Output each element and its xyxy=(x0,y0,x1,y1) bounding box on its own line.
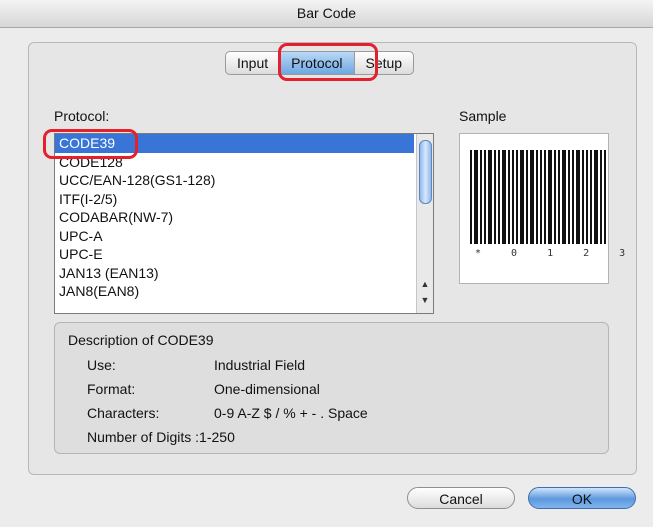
description-key: Number of Digits : xyxy=(87,429,200,445)
barcode-digit: 0 xyxy=(511,248,518,259)
ok-button[interactable]: OK xyxy=(528,487,636,509)
description-title: Description of CODE39 xyxy=(68,332,214,348)
protocol-item-codabar[interactable]: CODABAR(NW-7) xyxy=(55,208,414,227)
description-panel: Description of CODE39 Use: Industrial Fie… xyxy=(54,322,609,454)
description-value: One-dimensional xyxy=(214,381,320,397)
description-value: Industrial Field xyxy=(214,357,306,373)
barcode-digit: * xyxy=(475,248,482,259)
barcode-digit: 2 xyxy=(583,248,590,259)
barcode-digits: * 0 1 2 3 xyxy=(475,248,625,259)
description-value: 0-9 A-Z $ / % + - . Space xyxy=(214,405,368,421)
barcode-digit: 1 xyxy=(547,248,554,259)
protocol-list-scrollbar[interactable]: ▲ ▼ xyxy=(416,134,433,313)
protocol-item-upc-e[interactable]: UPC-E xyxy=(55,245,414,264)
description-key: Format: xyxy=(87,381,136,397)
protocol-label: Protocol: xyxy=(54,108,110,124)
protocol-item-jan8[interactable]: JAN8(EAN8) xyxy=(55,282,414,301)
protocol-item-jan13[interactable]: JAN13 (EAN13) xyxy=(55,264,414,283)
barcode-digit: 3 xyxy=(619,248,626,259)
window-title: Bar Code xyxy=(0,0,653,28)
down-arrow-icon[interactable]: ▼ xyxy=(417,295,433,305)
scrollbar-thumb[interactable] xyxy=(419,140,432,204)
barcode-sample: * 0 1 2 3 xyxy=(459,133,625,284)
description-key: Use: xyxy=(87,357,116,373)
protocol-item-ucc-ean-128[interactable]: UCC/EAN-128(GS1-128) xyxy=(55,171,414,190)
up-arrow-icon[interactable]: ▲ xyxy=(417,279,433,289)
description-row: Use: Industrial Field xyxy=(87,357,305,373)
cancel-button[interactable]: Cancel xyxy=(407,487,515,509)
barcode-image xyxy=(470,150,606,244)
sample-label: Sample xyxy=(459,108,507,124)
description-row: Format: One-dimensional xyxy=(87,381,320,397)
protocol-tab-highlight xyxy=(278,43,378,81)
description-key: Characters: xyxy=(87,405,160,421)
protocol-list[interactable]: CODE39 CODE128 UCC/EAN-128(GS1-128) ITF(… xyxy=(54,133,434,314)
protocol-item-upc-a[interactable]: UPC-A xyxy=(55,227,414,246)
tab-input[interactable]: Input xyxy=(226,52,281,74)
description-row: Number of Digits :1-250 xyxy=(87,429,235,445)
protocol-item-itf[interactable]: ITF(I-2/5) xyxy=(55,190,414,209)
code39-highlight xyxy=(43,129,138,159)
description-value: 1-250 xyxy=(199,429,235,445)
description-row: Characters: 0-9 A-Z $ / % + - . Space xyxy=(87,405,368,421)
